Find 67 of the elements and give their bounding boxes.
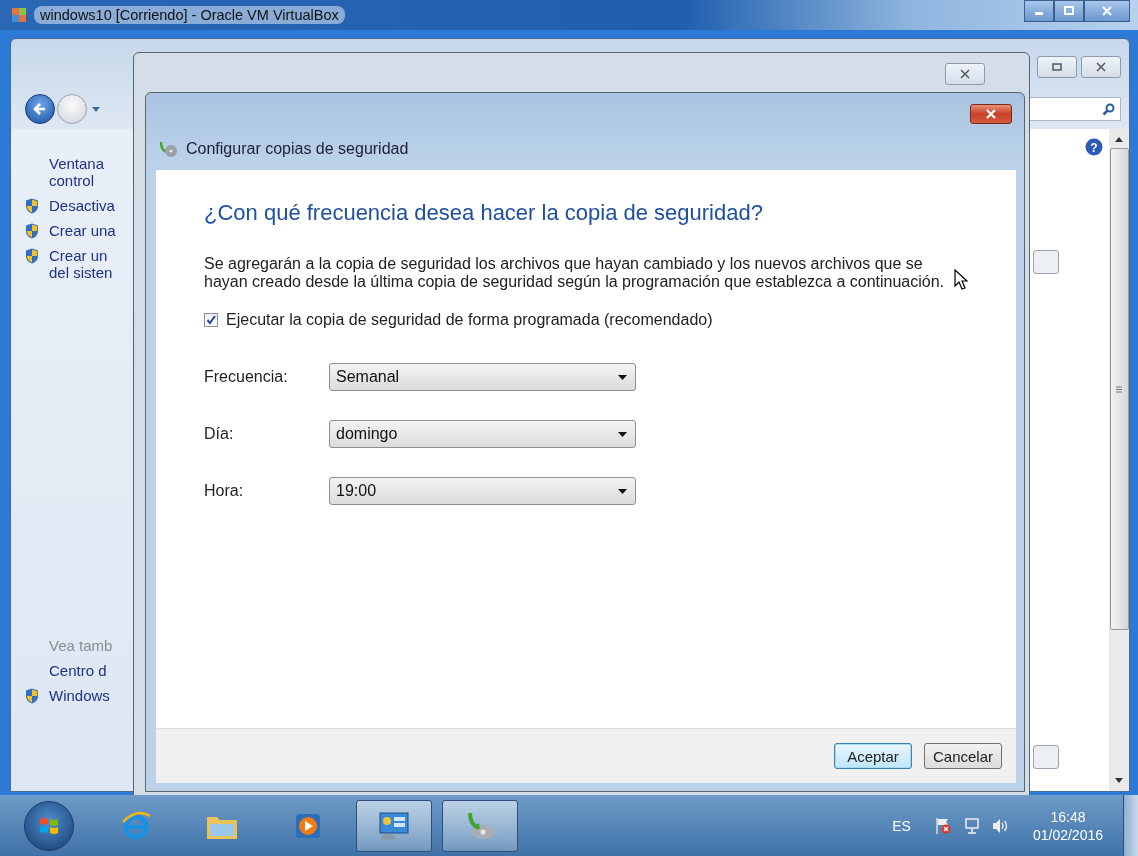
shield-icon (25, 688, 39, 704)
cursor-icon (954, 269, 968, 290)
maximize-icon (1064, 6, 1074, 16)
maximize-button[interactable] (1054, 0, 1084, 22)
scroll-down-icon[interactable] (1115, 778, 1123, 783)
clock-date[interactable]: 01/02/2016 (1032, 825, 1103, 844)
start-button[interactable] (24, 800, 74, 851)
back-button[interactable] (25, 94, 55, 124)
network-icon[interactable] (962, 816, 981, 835)
search-icon (1102, 102, 1115, 116)
description-text: Se agregarán a la copia de seguridad los archivos que hayan cambiado y los nuevos archivos que se hayan creado desde la última copia de seguridad según la programación que establezca a continuación. (204, 255, 946, 291)
close-icon (1096, 62, 1106, 72)
sidebar-link[interactable]: del sisten (49, 264, 113, 281)
window-title: windows10 [Corriendo] - Oracle VM VirtualBox (34, 6, 345, 24)
shield-icon (25, 198, 39, 214)
caret-icon (618, 488, 627, 494)
restore-icon (1052, 62, 1062, 72)
flag-icon[interactable] (934, 816, 953, 835)
field-label: Frecuencia: (204, 368, 289, 386)
show-desktop-button[interactable] (1123, 795, 1138, 856)
maximize-button[interactable] (1037, 56, 1077, 78)
dialog-title: Configurar copias de seguridad (186, 140, 409, 158)
dropdown[interactable]: Semanal (329, 363, 636, 391)
sidebar-link[interactable]: Centro d (49, 662, 107, 679)
help-icon[interactable]: ? (1085, 138, 1103, 156)
sidebar-link[interactable]: Crear una (49, 222, 116, 239)
close-button[interactable] (1084, 0, 1130, 22)
dialog-button[interactable]: Cancelar (924, 743, 1002, 769)
field-label: Hora: (204, 482, 245, 500)
scrollbar[interactable] (1109, 129, 1129, 791)
language-indicator[interactable]: ES (892, 817, 911, 834)
grip-icon (1116, 385, 1122, 393)
checkbox-label: Ejecutar la copia de seguridad de forma programada (recomendado) (226, 310, 713, 330)
caret-icon (618, 374, 627, 380)
dialog-heading: ¿Con qué frecuencia desea hacer la copia de seguridad? (204, 200, 764, 226)
dropdown[interactable]: 19:00 (329, 477, 636, 505)
checkbox[interactable] (204, 313, 218, 327)
globe-e-icon (120, 809, 152, 842)
sidebar-link[interactable]: Desactiva (49, 197, 115, 214)
close-icon (960, 69, 970, 79)
button-edge (1033, 745, 1059, 769)
cube-icon (10, 6, 28, 24)
scrollbar-thumb[interactable] (1109, 148, 1129, 630)
shield-icon (25, 248, 39, 264)
backup-icon (158, 140, 178, 158)
monitor-icon (377, 809, 411, 842)
minimize-button[interactable] (1024, 0, 1054, 22)
caret-icon (618, 431, 627, 437)
sidebar-link[interactable]: control (49, 172, 105, 189)
shield-icon (25, 223, 39, 239)
section-heading: Vea tamb (49, 637, 113, 654)
dialog-button[interactable]: Aceptar (834, 743, 912, 769)
field-label: Día: (204, 425, 235, 443)
sidebar-link[interactable]: Ventana (49, 155, 105, 172)
clock-time[interactable]: 16:48 (1050, 807, 1086, 826)
close-icon (1102, 6, 1112, 16)
dropdown[interactable]: domingo (329, 420, 636, 448)
sidebar-link[interactable]: Crear un (49, 247, 113, 264)
caret-icon (92, 106, 100, 112)
close-icon (985, 109, 997, 119)
taskbar-button[interactable] (356, 799, 432, 852)
arrow-left-icon (33, 102, 47, 116)
close-button[interactable] (970, 104, 1012, 124)
sidebar-link[interactable]: Windows (49, 687, 110, 704)
button-edge (1033, 250, 1059, 274)
taskbar-button[interactable] (442, 799, 518, 852)
scroll-up-icon[interactable] (1115, 137, 1123, 142)
